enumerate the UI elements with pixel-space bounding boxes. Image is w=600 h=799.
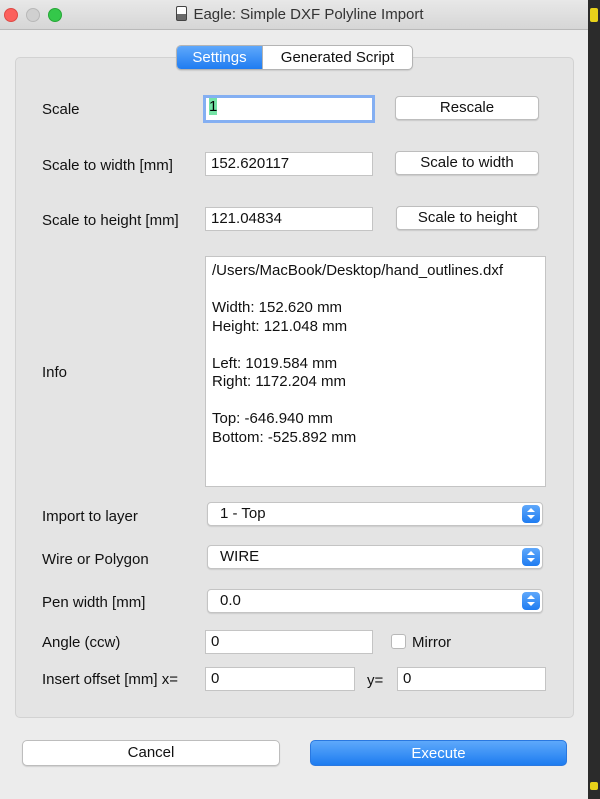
title-bar[interactable]: Eagle: Simple DXF Polyline Import — [0, 0, 600, 30]
tab-settings[interactable]: Settings — [177, 46, 262, 69]
execute-button[interactable]: Execute — [310, 740, 567, 766]
scale-to-height-label: Scale to height [mm] — [42, 212, 179, 229]
scale-to-width-input[interactable]: 152.620117 — [205, 152, 373, 176]
info-line-width: Width: 152.620 mm — [212, 299, 343, 316]
info-line-blank — [212, 281, 539, 300]
info-line-right: Right: 1172.204 mm — [212, 373, 346, 390]
import-layer-select[interactable]: 1 - Top — [207, 502, 543, 526]
info-line-blank — [212, 392, 539, 411]
mirror-checkbox[interactable] — [391, 634, 406, 649]
tab-bar: Settings Generated Script — [176, 45, 413, 70]
info-line-left: Left: 1019.584 mm — [212, 354, 338, 372]
info-line-top: Top: -646.940 mm — [212, 410, 333, 427]
updown-chevron-icon — [522, 592, 540, 610]
mirror-label: Mirror — [412, 634, 452, 651]
wire-or-polygon-label: Wire or Polygon — [42, 551, 149, 568]
pen-width-label: Pen width [mm] — [42, 594, 146, 611]
background-edge-mark — [590, 8, 598, 22]
info-line-bottom: Bottom: -525.892 mm — [212, 428, 357, 446]
rescale-button[interactable]: Rescale — [395, 96, 539, 120]
scale-input-value: 1 — [209, 98, 218, 115]
angle-input[interactable]: 0 — [205, 630, 373, 654]
info-line-height: Height: 121.048 mm — [212, 317, 348, 335]
scale-to-height-input[interactable]: 121.04834 — [205, 207, 373, 231]
info-line-file-path: /Users/MacBook/Desktop/hand_outlines.dxf — [212, 262, 503, 279]
window-title-group: Eagle: Simple DXF Polyline Import — [0, 6, 600, 23]
updown-chevron-icon — [522, 505, 540, 523]
updown-chevron-icon — [522, 548, 540, 566]
dialog-window: Eagle: Simple DXF Polyline Import Settin… — [0, 0, 600, 799]
scale-input[interactable]: 1 — [203, 95, 375, 123]
pen-width-select[interactable]: 0.0 — [207, 589, 543, 613]
scale-label: Scale — [42, 101, 80, 118]
info-label: Info — [42, 364, 68, 381]
background-window-edge — [588, 0, 600, 799]
scale-to-width-label: Scale to width [mm] — [42, 157, 173, 174]
wire-or-polygon-selected: WIRE — [220, 548, 260, 565]
wire-or-polygon-select[interactable]: WIRE — [207, 545, 543, 569]
insert-offset-x-label: Insert offset [mm] x= — [42, 671, 179, 688]
background-edge-mark — [590, 782, 598, 790]
info-text-area[interactable]: /Users/MacBook/Desktop/hand_outlines.dxf… — [205, 256, 546, 487]
window-title: Eagle: Simple DXF Polyline Import — [193, 6, 424, 23]
insert-offset-x-input[interactable]: 0 — [205, 667, 355, 691]
tab-generated-script[interactable]: Generated Script — [262, 46, 412, 69]
eagle-app-icon — [176, 6, 188, 21]
pen-width-selected: 0.0 — [220, 592, 241, 609]
scale-to-height-button[interactable]: Scale to height — [396, 206, 539, 230]
insert-offset-y-label: y= — [367, 672, 384, 689]
angle-label: Angle (ccw) — [42, 634, 121, 651]
insert-offset-y-input[interactable]: 0 — [397, 667, 546, 691]
info-line-blank — [212, 336, 539, 355]
import-layer-label: Import to layer — [42, 508, 138, 525]
cancel-button[interactable]: Cancel — [22, 740, 280, 766]
scale-to-width-button[interactable]: Scale to width — [395, 151, 539, 175]
import-layer-selected: 1 - Top — [220, 505, 266, 522]
